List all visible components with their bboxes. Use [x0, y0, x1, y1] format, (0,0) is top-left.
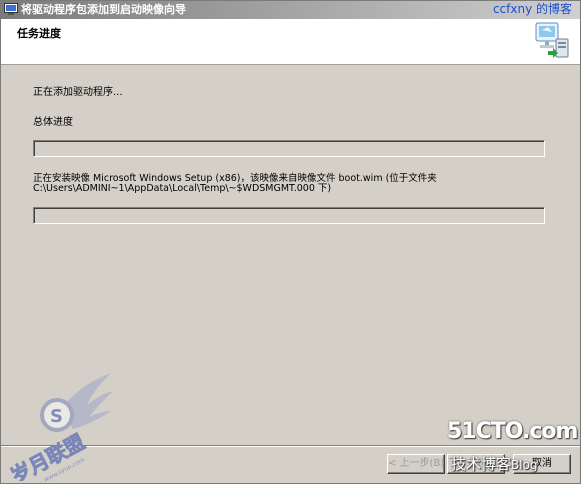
site-watermark: 51CTO.com	[447, 419, 578, 444]
install-status-line2: C:\Users\ADMINI~1\AppData\Local\Temp\~$W…	[33, 183, 332, 194]
wizard-header: 任务进度	[1, 19, 580, 65]
title-bar[interactable]: 将驱动程序包添加到启动映像向导 ccfxny 的博客	[1, 1, 580, 19]
wizard-computer-icon	[535, 22, 569, 58]
page-title: 任务进度	[17, 27, 61, 40]
overall-progress-bar	[33, 140, 545, 157]
tech-blog-text: 技术博客	[451, 455, 512, 473]
blog-watermark: ccfxny 的博客	[492, 2, 572, 16]
syue-logo-watermark: S 岁月联盟 www.syue.com	[6, 373, 113, 481]
svg-text:S: S	[50, 406, 63, 427]
blog-suffix-text: Blog	[511, 458, 538, 472]
overall-progress-label: 总体进度	[33, 117, 73, 128]
image-progress-bar	[33, 207, 545, 224]
app-icon	[4, 3, 18, 15]
adding-drivers-text: 正在添加驱动程序...	[33, 87, 123, 98]
back-button[interactable]: < 上一步(B)	[387, 454, 445, 474]
tech-blog-watermark: 技术博客Blog	[451, 453, 538, 474]
wizard-window: 将驱动程序包添加到启动映像向导 ccfxny 的博客 任务进度 正在添加驱动程序…	[0, 0, 581, 484]
window-title: 将驱动程序包添加到启动映像向导	[21, 3, 186, 16]
logo-text: 岁月联盟	[7, 429, 89, 481]
